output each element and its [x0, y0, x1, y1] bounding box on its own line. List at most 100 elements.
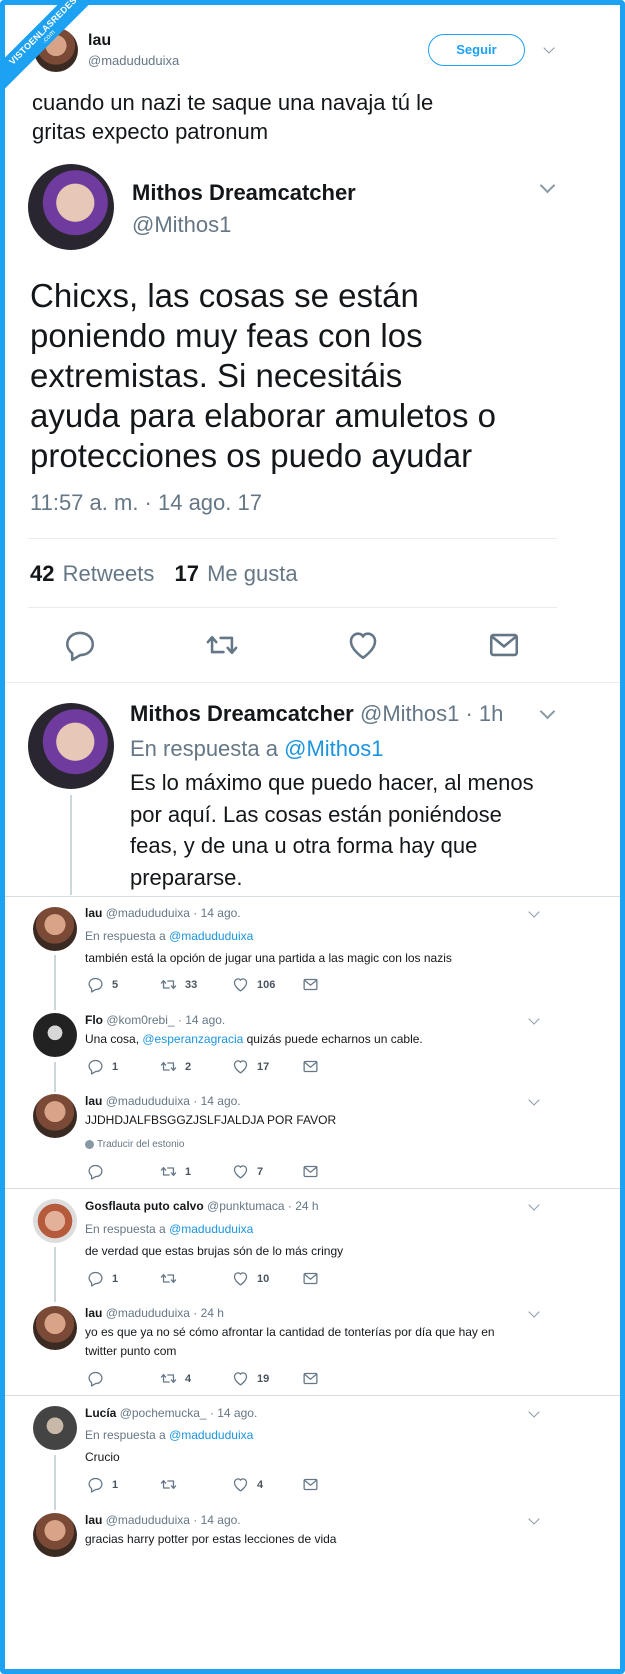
reply-action[interactable]: 1: [87, 1270, 118, 1287]
chevron-down-icon[interactable]: [539, 703, 556, 720]
author-name[interactable]: lau: [85, 1513, 102, 1527]
avatar[interactable]: [28, 703, 114, 789]
retweet-count: 2: [185, 1060, 192, 1073]
chevron-down-icon[interactable]: [539, 177, 556, 194]
retweet-action[interactable]: 4: [160, 1370, 191, 1387]
chevron-down-icon[interactable]: [528, 1199, 540, 1211]
author-name[interactable]: lau: [88, 32, 111, 50]
chevron-down-icon[interactable]: [528, 906, 540, 918]
author-handle[interactable]: @madududuixa: [88, 53, 179, 68]
retweet-action[interactable]: [160, 1476, 185, 1493]
message-icon[interactable]: [302, 1370, 319, 1387]
avatar[interactable]: [33, 1306, 77, 1350]
retweets-count[interactable]: 42: [30, 561, 54, 586]
meta[interactable]: @madududuixa · 24 h: [106, 1306, 224, 1320]
chevron-down-icon[interactable]: [528, 1013, 540, 1025]
author-name[interactable]: Lucía: [85, 1406, 116, 1420]
retweet-icon[interactable]: [205, 628, 239, 662]
retweet-action[interactable]: 33: [160, 976, 197, 993]
chevron-down-icon[interactable]: [543, 42, 555, 54]
thread-line: [54, 955, 56, 1010]
tweet-text-line: feas, y de una u otra forma hay que: [130, 833, 478, 858]
chevron-down-icon[interactable]: [528, 1513, 540, 1525]
meta[interactable]: @madududuixa · 14 ago.: [106, 1094, 241, 1108]
message-icon[interactable]: [302, 1163, 319, 1180]
stats: 42 Retweets 17 Me gusta: [30, 561, 298, 587]
author-name[interactable]: Gosflauta puto calvo: [85, 1199, 204, 1213]
meta[interactable]: @madududuixa · 14 ago.: [106, 1513, 241, 1527]
retweets-label[interactable]: Retweets: [63, 561, 155, 586]
reply-mention[interactable]: @madududuixa: [169, 1222, 253, 1236]
chevron-down-icon[interactable]: [528, 1306, 540, 1318]
like-action[interactable]: 10: [232, 1270, 269, 1287]
reply-mention[interactable]: @Mithos1: [284, 736, 383, 761]
author-name[interactable]: Mithos Dreamcatcher: [132, 180, 356, 206]
like-action[interactable]: 19: [232, 1370, 269, 1387]
reply-action[interactable]: 1: [87, 1058, 118, 1075]
like-count: 7: [257, 1165, 264, 1178]
meta[interactable]: @punktumaca · 24 h: [207, 1199, 319, 1213]
reply-count: 1: [112, 1272, 119, 1285]
avatar[interactable]: [33, 1513, 77, 1557]
retweet-action[interactable]: 1: [160, 1163, 191, 1180]
retweet-action[interactable]: 2: [160, 1058, 191, 1075]
comment-text: Crucio: [85, 1450, 120, 1464]
author-name[interactable]: Mithos Dreamcatcher: [130, 701, 354, 727]
like-count: 17: [257, 1060, 270, 1073]
retweet-count: 1: [185, 1165, 192, 1178]
like-action[interactable]: 17: [232, 1058, 269, 1075]
avatar[interactable]: [33, 1406, 77, 1450]
tweet-text-line: extremistas. Si necesitáis: [30, 357, 403, 394]
reply-icon[interactable]: [63, 628, 97, 662]
author-handle[interactable]: @Mithos1: [132, 212, 231, 238]
reply-action[interactable]: 5: [87, 976, 118, 993]
handle-time[interactable]: @Mithos1 · 1h: [360, 701, 503, 727]
meta[interactable]: @kom0rebi_ · 14 ago.: [106, 1013, 225, 1027]
tweet-text-line: prepararse.: [130, 864, 243, 890]
chevron-down-icon[interactable]: [528, 1406, 540, 1418]
thread-line: [54, 1062, 56, 1092]
avatar[interactable]: [28, 164, 114, 250]
author-name[interactable]: lau: [85, 1306, 102, 1320]
reply-action[interactable]: 1: [87, 1476, 118, 1493]
reply-mention[interactable]: @madududuixa: [169, 1428, 253, 1442]
avatar[interactable]: [33, 1094, 77, 1138]
meta[interactable]: @pochemucka_ · 14 ago.: [120, 1406, 258, 1420]
mention-link[interactable]: @esperanzagracia: [142, 1032, 243, 1046]
reply-prefix: En respuesta a: [130, 736, 278, 761]
reply-action[interactable]: [87, 1370, 112, 1387]
timestamp[interactable]: 11:57 a. m. · 14 ago. 17: [30, 490, 262, 516]
like-action[interactable]: 106: [232, 976, 275, 993]
author-name[interactable]: lau: [85, 906, 102, 920]
reply-action[interactable]: [87, 1163, 112, 1180]
message-icon[interactable]: [302, 976, 319, 993]
tweet-text-line1: cuando un nazi te saque una navaja tú le: [32, 90, 434, 115]
tweet-text-line: Chicxs, las cosas se están: [30, 277, 419, 314]
like-icon[interactable]: [346, 628, 380, 662]
chevron-down-icon[interactable]: [528, 1094, 540, 1106]
like-count: 19: [257, 1372, 270, 1385]
reply-mention[interactable]: @madududuixa: [169, 929, 253, 943]
likes-label[interactable]: Me gusta: [207, 561, 298, 586]
avatar[interactable]: [33, 1199, 77, 1243]
message-icon[interactable]: [487, 628, 521, 662]
divider: [5, 1188, 620, 1189]
author-name[interactable]: lau: [85, 1094, 102, 1108]
follow-button[interactable]: Seguir: [428, 34, 525, 66]
divider: [5, 682, 620, 683]
likes-count[interactable]: 17: [174, 561, 198, 586]
message-icon[interactable]: [302, 1058, 319, 1075]
comment-text-line: twitter punto com: [85, 1344, 177, 1358]
tweet-text-line2: gritas expecto patronum: [32, 119, 269, 144]
message-icon[interactable]: [302, 1270, 319, 1287]
message-icon[interactable]: [302, 1476, 319, 1493]
avatar[interactable]: [33, 907, 77, 951]
like-action[interactable]: 7: [232, 1163, 263, 1180]
translate-link[interactable]: Traducir del estonio: [97, 1139, 184, 1150]
globe-icon: [85, 1140, 94, 1149]
author-name[interactable]: Flo: [85, 1013, 103, 1027]
like-action[interactable]: 4: [232, 1476, 263, 1493]
avatar[interactable]: [33, 1013, 77, 1057]
retweet-action[interactable]: [160, 1270, 185, 1287]
meta[interactable]: @madududuixa · 14 ago.: [106, 906, 241, 920]
